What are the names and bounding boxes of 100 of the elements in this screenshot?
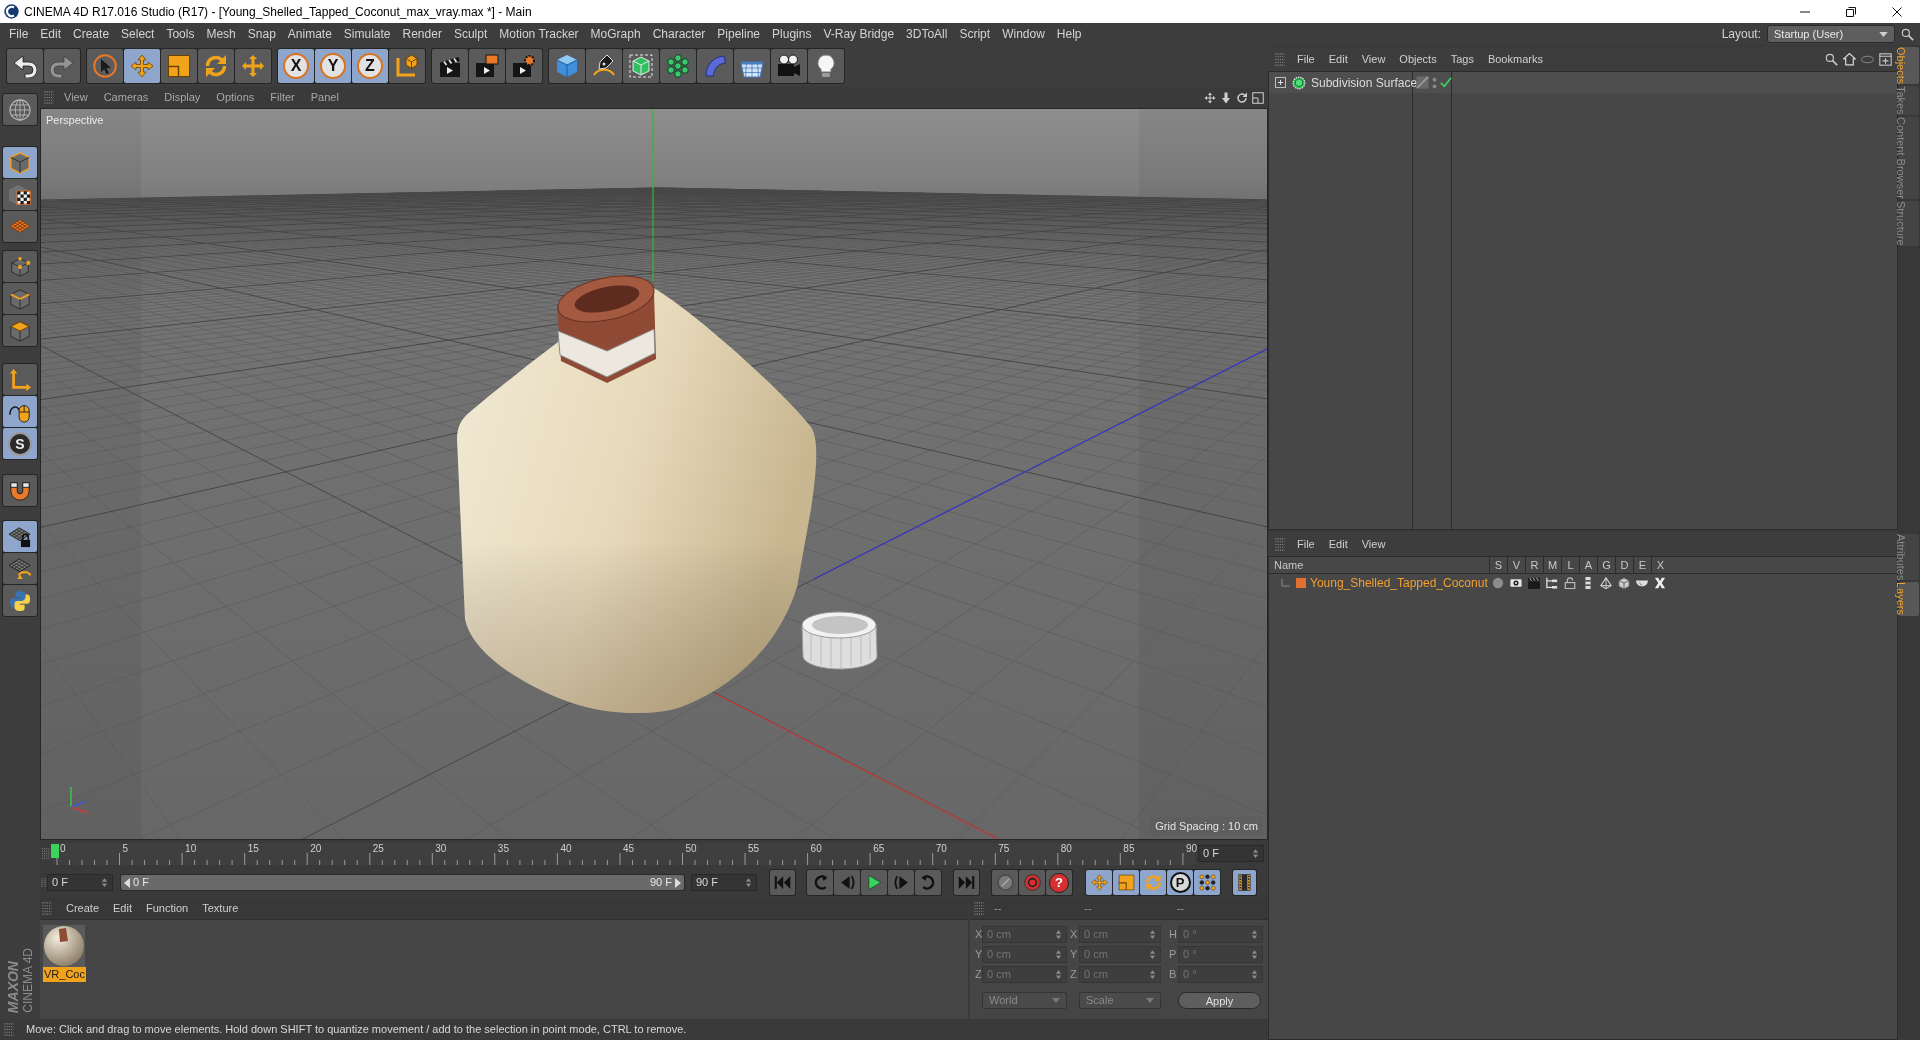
- step-back-button[interactable]: [834, 870, 860, 895]
- next-key-button[interactable]: [915, 870, 941, 895]
- column-header[interactable]: A: [1579, 557, 1597, 573]
- script-button[interactable]: [3, 585, 37, 616]
- texture-mode-button[interactable]: [3, 179, 37, 210]
- menu-item[interactable]: Create: [59, 900, 107, 917]
- record-button[interactable]: [992, 870, 1018, 895]
- menu-item[interactable]: Render: [396, 25, 448, 43]
- key-position-button[interactable]: [1086, 870, 1112, 895]
- scale-tool-button[interactable]: [161, 49, 197, 83]
- render-view-button[interactable]: [432, 49, 468, 83]
- menu-item[interactable]: Pipeline: [711, 25, 767, 43]
- cube-button[interactable]: [549, 49, 585, 83]
- select-tool-button[interactable]: [87, 49, 123, 83]
- frame-range-slider[interactable]: 0 F 90 F: [120, 874, 685, 891]
- menu-item[interactable]: Help: [1050, 25, 1088, 43]
- go-to-end-button[interactable]: [954, 870, 979, 895]
- axis-mode-button[interactable]: [3, 364, 37, 395]
- column-header[interactable]: X: [1651, 557, 1669, 573]
- column-header[interactable]: L: [1561, 557, 1579, 573]
- menu-item[interactable]: Create: [67, 25, 116, 43]
- planar-workplane-button[interactable]: [3, 553, 37, 584]
- menu-item[interactable]: Texture: [195, 900, 246, 917]
- model-mode-button[interactable]: [3, 147, 37, 178]
- pen-button[interactable]: [586, 49, 622, 83]
- menu-item[interactable]: Options: [208, 89, 263, 106]
- menu-item[interactable]: Tools: [160, 25, 201, 43]
- menu-item[interactable]: Function: [139, 900, 196, 917]
- play-button[interactable]: [861, 870, 887, 895]
- menu-item[interactable]: Snap: [241, 25, 282, 43]
- key-parameter-button[interactable]: P: [1167, 870, 1193, 895]
- bend-deformer-button[interactable]: [697, 49, 733, 83]
- floor-button[interactable]: [734, 49, 770, 83]
- go-to-start-button[interactable]: [770, 870, 795, 895]
- 3d-viewport[interactable]: Perspective Grid Spacing : 10 cm: [40, 108, 1268, 840]
- polygons-mode-button[interactable]: [3, 315, 37, 346]
- menu-item[interactable]: Cameras: [95, 89, 157, 106]
- subdivision-surface-button[interactable]: [623, 49, 659, 83]
- menu-item[interactable]: File: [3, 25, 35, 43]
- keyframe-selection-button[interactable]: ?: [1046, 870, 1072, 895]
- move-tool-button[interactable]: [124, 49, 160, 83]
- menu-item[interactable]: View: [1354, 535, 1393, 553]
- key-scale-button[interactable]: [1113, 870, 1139, 895]
- column-header[interactable]: V: [1507, 557, 1525, 573]
- column-header[interactable]: G: [1597, 557, 1615, 573]
- column-header[interactable]: M: [1543, 557, 1561, 573]
- layer-name[interactable]: Young_Shelled_Tapped_Coconut: [1310, 573, 1488, 592]
- menu-item[interactable]: Select: [115, 25, 161, 43]
- column-header[interactable]: S: [1489, 557, 1507, 573]
- menu-item[interactable]: File: [1290, 50, 1322, 68]
- menu-item[interactable]: Edit: [34, 25, 68, 43]
- layout-dropdown[interactable]: Startup (User): [1767, 25, 1895, 43]
- material-name[interactable]: VR_Coc: [43, 967, 86, 982]
- menu-item[interactable]: Panel: [302, 89, 347, 106]
- menu-item[interactable]: Sculpt: [447, 25, 494, 43]
- render-settings-button[interactable]: [506, 49, 542, 83]
- z-axis-button[interactable]: Z: [352, 49, 388, 83]
- menu-item[interactable]: Character: [646, 25, 712, 43]
- column-header[interactable]: E: [1633, 557, 1651, 573]
- column-header[interactable]: D: [1615, 557, 1633, 573]
- locked-workplane-button[interactable]: [3, 521, 37, 552]
- x-axis-button[interactable]: X: [278, 49, 314, 83]
- menu-item[interactable]: 3DToAll: [900, 25, 954, 43]
- menu-item[interactable]: Animate: [281, 25, 338, 43]
- column-header[interactable]: Name: [1269, 557, 1489, 573]
- menu-item[interactable]: Bookmarks: [1480, 50, 1550, 68]
- y-axis-button[interactable]: Y: [315, 49, 351, 83]
- step-forward-button[interactable]: [888, 870, 914, 895]
- timeline-button[interactable]: [1233, 870, 1256, 895]
- start-frame-field[interactable]: 0 F: [47, 874, 113, 891]
- menu-item[interactable]: Motion Tracker: [493, 25, 585, 43]
- menu-item[interactable]: Window: [996, 25, 1051, 43]
- menu-item[interactable]: V-Ray Bridge: [817, 25, 901, 43]
- end-frame-field[interactable]: 90 F: [691, 874, 757, 891]
- menu-item[interactable]: Simulate: [337, 25, 397, 43]
- render-to-viewer-button[interactable]: [469, 49, 505, 83]
- menu-item[interactable]: Filter: [262, 89, 303, 106]
- object-row[interactable]: Subdivision Surface: [1269, 72, 1897, 93]
- menu-item[interactable]: MoGraph: [584, 25, 647, 43]
- menu-item[interactable]: Plugins: [766, 25, 818, 43]
- menu-item[interactable]: File: [1290, 535, 1322, 553]
- menu-item[interactable]: Edit: [1321, 50, 1355, 68]
- camera-button[interactable]: [771, 49, 807, 83]
- snap-button[interactable]: [3, 475, 37, 506]
- apply-button[interactable]: Apply: [1178, 992, 1261, 1009]
- previous-key-button[interactable]: [807, 870, 833, 895]
- menu-item[interactable]: Script: [953, 25, 997, 43]
- menu-item[interactable]: View: [1354, 50, 1393, 68]
- soft-selection-button[interactable]: S: [3, 428, 37, 459]
- cloner-button[interactable]: [660, 49, 696, 83]
- menu-item[interactable]: Display: [156, 89, 209, 106]
- menu-item[interactable]: Mesh: [200, 25, 242, 43]
- timeline-ruler[interactable]: 0 5 10 15 20 25 30 35 40 45 50 55 60 65 70 75 80 85 90: [52, 842, 1195, 865]
- menu-item[interactable]: Tags: [1443, 50, 1481, 68]
- light-button[interactable]: [808, 49, 844, 83]
- coordinate-system-button[interactable]: [389, 49, 425, 83]
- points-mode-button[interactable]: [3, 251, 37, 282]
- display-mode-button[interactable]: [3, 94, 37, 125]
- rotate-tool-button[interactable]: [198, 49, 234, 83]
- menu-item[interactable]: Edit: [1321, 535, 1355, 553]
